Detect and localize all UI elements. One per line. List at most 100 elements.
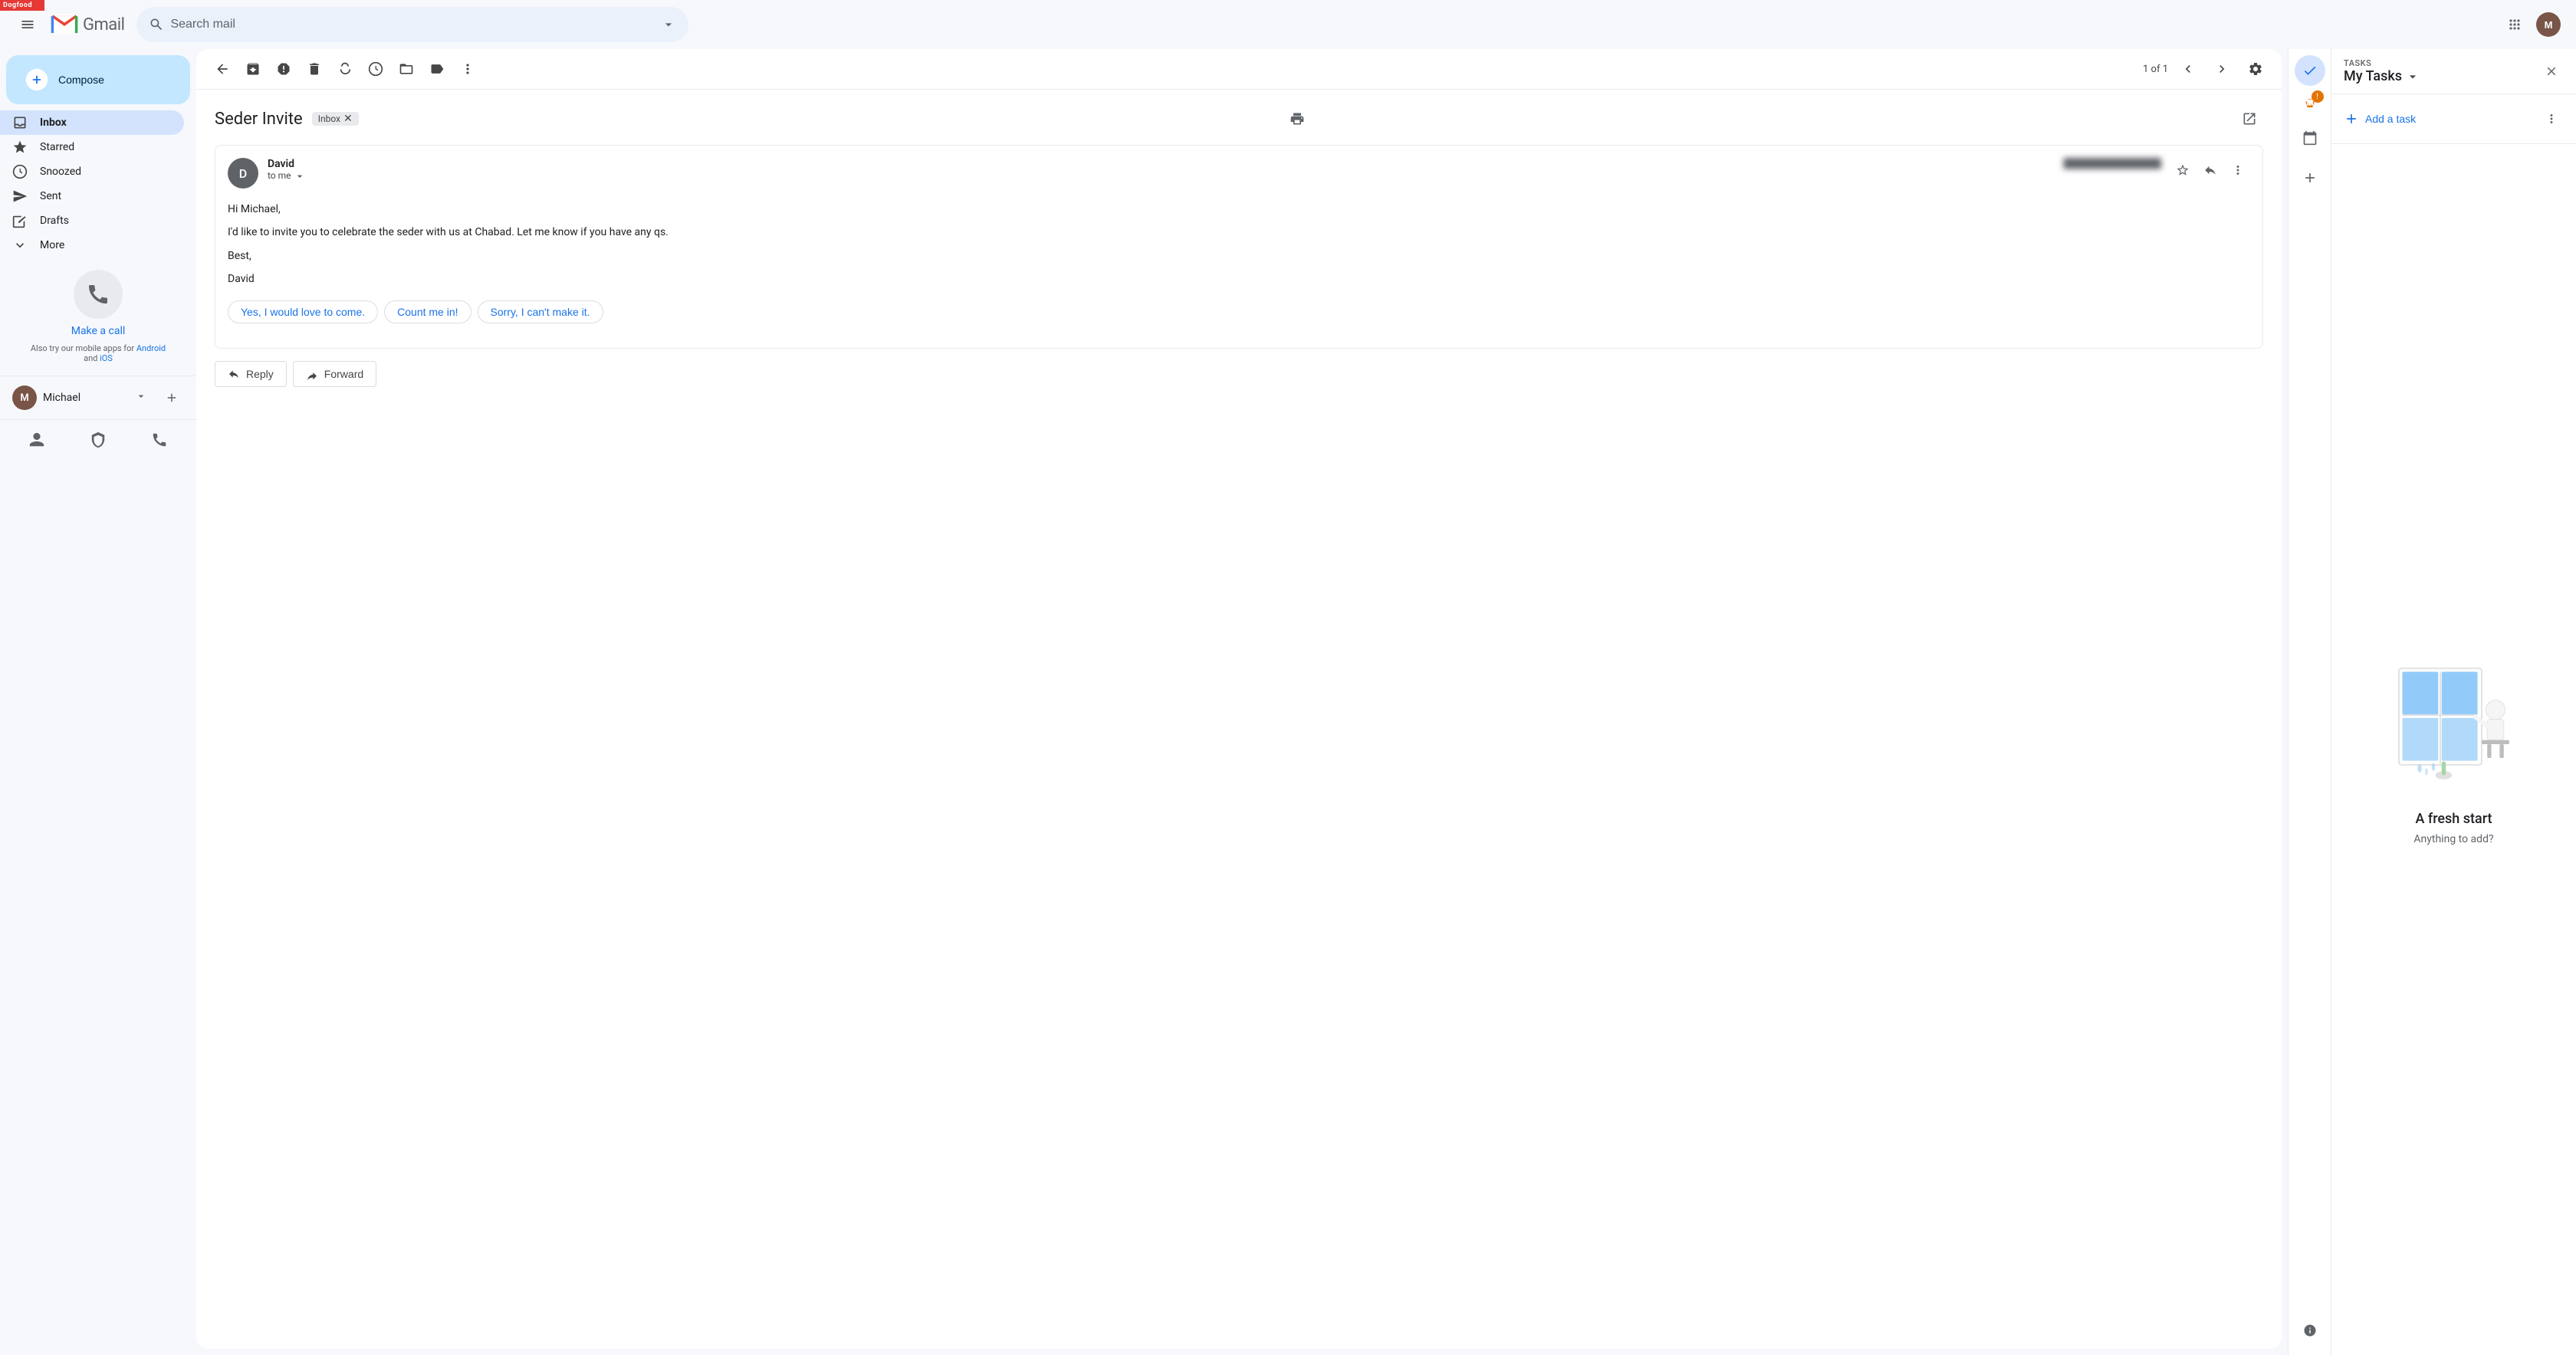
- meet-phone-button[interactable]: [146, 426, 173, 454]
- meet-rooms-button[interactable]: [84, 426, 112, 454]
- keep-icon-button[interactable]: !: [2295, 89, 2325, 120]
- fresh-start-title: A fresh start: [2415, 811, 2492, 827]
- mark-unread-button[interactable]: [331, 55, 359, 83]
- smart-reply-1[interactable]: Count me in!: [384, 300, 471, 323]
- remove-tag-button[interactable]: ✕: [343, 113, 353, 124]
- email-header: D David to me ███████████████: [228, 158, 2250, 189]
- tasks-icon-button[interactable]: [2295, 55, 2325, 86]
- forward-button[interactable]: Forward: [293, 361, 376, 387]
- reply-forward-row: Reply Forward: [215, 361, 2263, 387]
- compose-icon: [25, 67, 49, 92]
- task-more-icon: [2545, 112, 2558, 126]
- sidebar-item-snoozed[interactable]: Snoozed: [0, 159, 184, 184]
- tasks-panel: TASKS My Tasks Add a task: [2331, 49, 2576, 1355]
- ios-link[interactable]: iOS: [100, 353, 113, 363]
- email-subject-row: Seder Invite Inbox ✕: [215, 105, 2263, 133]
- task-options-button[interactable]: [2539, 107, 2564, 131]
- add-apps-icon: [2302, 170, 2318, 185]
- email-subject: Seder Invite: [215, 110, 303, 129]
- user-dropdown-icon[interactable]: [135, 390, 147, 405]
- reply-label: Reply: [246, 368, 274, 380]
- search-bar: [136, 7, 688, 42]
- email-line1: I'd like to invite you to celebrate the …: [228, 224, 2250, 241]
- archive-button[interactable]: [239, 55, 267, 83]
- tasks-check-icon: [2302, 63, 2318, 78]
- top-right-icons: M: [2499, 9, 2564, 40]
- add-task-icon: [2344, 111, 2359, 126]
- fresh-start-subtitle: Anything to add?: [2413, 833, 2493, 845]
- reply-button[interactable]: Reply: [215, 361, 287, 387]
- chat-bar: M Michael: [0, 376, 196, 419]
- gmail-logo-icon: [49, 9, 80, 40]
- tasks-dropdown-icon[interactable]: [2405, 69, 2420, 84]
- search-dropdown-icon[interactable]: [661, 17, 676, 32]
- chat-user-name: Michael: [43, 392, 80, 404]
- move-to-button[interactable]: [393, 55, 420, 83]
- settings-button[interactable]: [2242, 55, 2269, 83]
- sidebar-item-more[interactable]: More: [0, 233, 184, 258]
- forward-label: Forward: [324, 368, 363, 380]
- add-task-row: Add a task: [2331, 94, 2576, 144]
- add-chat-button[interactable]: [159, 386, 184, 410]
- drafts-icon: [12, 213, 28, 228]
- smart-replies: Yes, I would love to come. Count me in! …: [228, 300, 2250, 323]
- email-body: Hi Michael, I'd like to invite you to ce…: [228, 201, 2250, 288]
- delete-button[interactable]: [301, 55, 328, 83]
- search-input[interactable]: [170, 18, 655, 31]
- apps-button[interactable]: [2499, 9, 2530, 40]
- back-button[interactable]: [209, 55, 236, 83]
- add-task-button[interactable]: Add a task: [2344, 111, 2416, 126]
- email-content: Seder Invite Inbox ✕ D: [196, 90, 2282, 402]
- sidebar-item-drafts[interactable]: Drafts: [0, 208, 184, 233]
- meet-contacts-button[interactable]: [23, 426, 51, 454]
- email-area: 1 of 1 Seder Invite Inbox ✕: [196, 49, 2282, 1349]
- more-actions-button[interactable]: [454, 55, 481, 83]
- info-button[interactable]: [2298, 1318, 2322, 1343]
- make-call-link[interactable]: Make a call: [71, 325, 126, 337]
- calendar-icon-button[interactable]: [2295, 123, 2325, 153]
- account-button[interactable]: M: [2533, 9, 2564, 40]
- plus-icon-button[interactable]: [2295, 162, 2325, 193]
- expand-button[interactable]: [2236, 105, 2263, 133]
- star-email-button[interactable]: [2170, 158, 2195, 182]
- more-label: More: [40, 239, 64, 251]
- sent-icon: [12, 189, 28, 204]
- more-email-actions-button[interactable]: [2226, 158, 2250, 182]
- prev-email-button[interactable]: [2174, 55, 2202, 83]
- snooze-button[interactable]: [362, 55, 389, 83]
- tasks-illustration-image: [2385, 655, 2523, 792]
- label-button[interactable]: [423, 55, 451, 83]
- right-icon-column: !: [2288, 49, 2331, 1355]
- android-link[interactable]: Android: [136, 343, 166, 353]
- search-icon: [149, 17, 164, 32]
- sender-to[interactable]: to me: [268, 170, 2054, 182]
- drafts-label: Drafts: [40, 215, 69, 227]
- gmail-logo-text: Gmail: [83, 15, 124, 34]
- calendar-icon: [2302, 130, 2318, 146]
- next-email-button[interactable]: [2208, 55, 2236, 83]
- sidebar-item-inbox[interactable]: Inbox: [0, 110, 184, 135]
- sender-info: David to me: [268, 158, 2054, 182]
- snooze-icon: [12, 164, 28, 179]
- phone-icon: [86, 282, 110, 307]
- sidebar-item-sent[interactable]: Sent: [0, 184, 184, 208]
- dogfood-badge: Dogfood: [0, 0, 44, 11]
- compose-label: Compose: [58, 74, 104, 86]
- spam-button[interactable]: [270, 55, 297, 83]
- sender-name: David: [268, 158, 2054, 170]
- inbox-label: Inbox: [40, 116, 67, 129]
- chat-user-item[interactable]: M Michael: [6, 382, 190, 413]
- tasks-header: TASKS My Tasks: [2331, 49, 2576, 94]
- sidebar-item-starred[interactable]: Starred: [0, 135, 184, 159]
- smart-reply-0[interactable]: Yes, I would love to come.: [228, 300, 378, 323]
- email-sign-name: David: [228, 271, 2250, 287]
- compose-button[interactable]: Compose: [6, 55, 190, 104]
- print-button[interactable]: [1283, 105, 1311, 133]
- smart-reply-2[interactable]: Sorry, I can't make it.: [478, 300, 603, 323]
- make-call-section: Make a call Also try our mobile apps for…: [0, 258, 196, 376]
- reply-quick-button[interactable]: [2198, 158, 2223, 182]
- tasks-close-button[interactable]: [2539, 59, 2564, 84]
- email-sign-off: Best,: [228, 248, 2250, 264]
- sent-label: Sent: [40, 190, 61, 202]
- menu-button[interactable]: [12, 9, 43, 40]
